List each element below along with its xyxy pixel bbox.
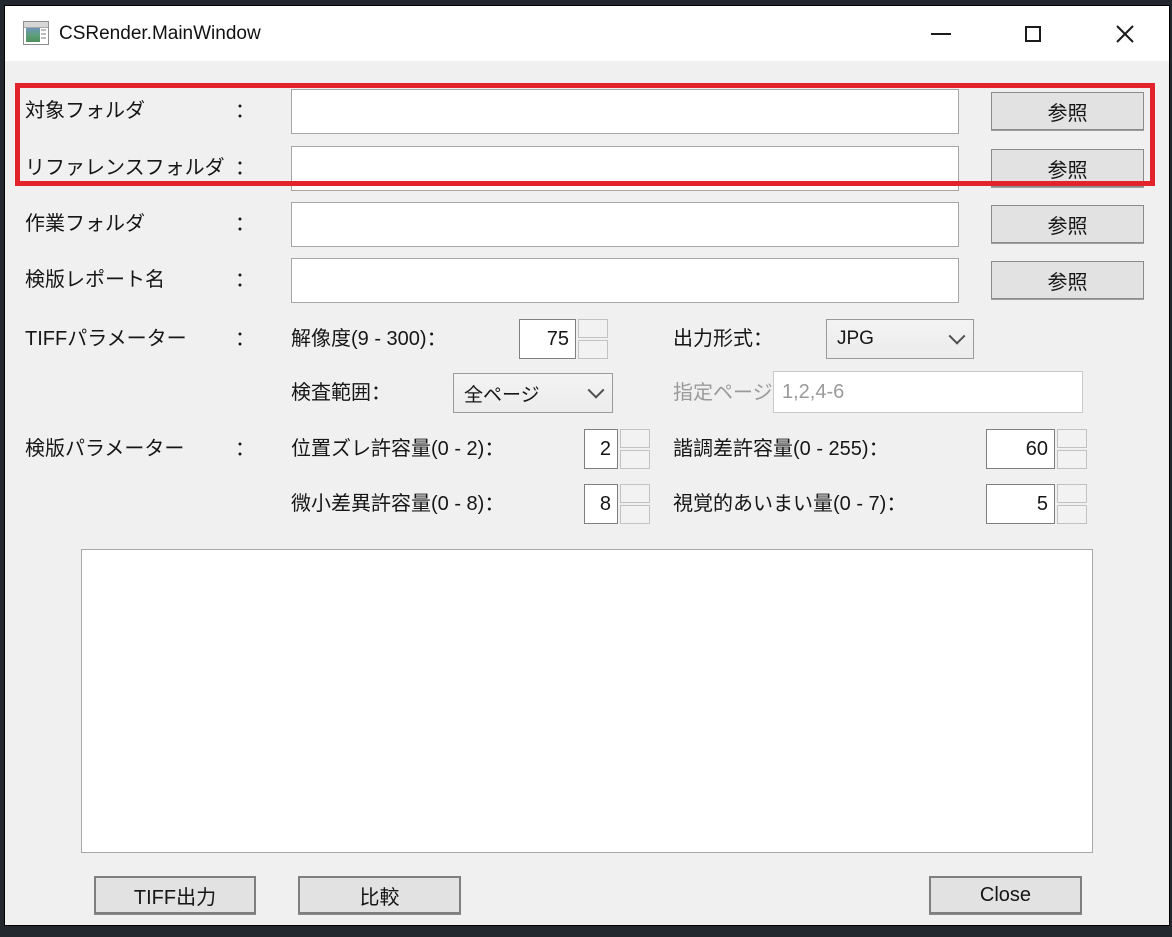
tone-tolerance-input[interactable]	[986, 429, 1055, 469]
spin-down-button[interactable]	[1057, 505, 1087, 524]
output-format-label: 出力形式：	[673, 324, 773, 354]
spin-down-button[interactable]	[578, 340, 608, 359]
window-title: CSRender.MainWindow	[59, 6, 261, 61]
tone-tolerance-label: 諧調差許容量(0 - 255)：	[673, 434, 889, 464]
resolution-spinner	[578, 319, 608, 359]
spin-down-button[interactable]	[1057, 450, 1087, 469]
position-tolerance-input[interactable]	[584, 429, 618, 469]
spin-up-button[interactable]	[1057, 429, 1087, 448]
output-format-select[interactable]: JPG	[826, 319, 974, 359]
micro-diff-tolerance-spinner	[620, 484, 650, 524]
reference-folder-input[interactable]	[291, 146, 959, 191]
check-range-label: 検査範囲：	[291, 378, 391, 408]
close-button[interactable]	[1095, 7, 1155, 60]
tone-tolerance-spinner	[1057, 429, 1087, 469]
titlebar[interactable]: CSRender.MainWindow	[5, 6, 1169, 61]
spin-up-button[interactable]	[620, 484, 650, 503]
maximize-icon	[1025, 26, 1041, 42]
work-folder-label: 作業フォルダ：	[25, 209, 255, 239]
log-textarea[interactable]	[81, 549, 1093, 853]
compare-button[interactable]: 比較	[298, 876, 461, 914]
maximize-button[interactable]	[1003, 7, 1063, 60]
spin-down-button[interactable]	[620, 505, 650, 524]
visual-fuzziness-label: 視覚的あいまい量(0 - 7)：	[673, 489, 906, 519]
chevron-down-icon	[949, 328, 966, 345]
micro-diff-tolerance-label: 微小差異許容量(0 - 8)：	[291, 489, 504, 519]
spin-up-button[interactable]	[578, 319, 608, 338]
app-window: CSRender.MainWindow 対象フォルダ： 参照 リファレンスフォル…	[4, 5, 1170, 926]
resolution-input[interactable]	[519, 319, 576, 359]
report-name-label: 検版レポート名：	[25, 265, 255, 295]
target-folder-browse-button[interactable]: 参照	[991, 92, 1144, 130]
visual-fuzziness-spinner	[1057, 484, 1087, 524]
work-folder-input[interactable]	[291, 202, 959, 247]
reference-folder-label: リファレンスフォルダ：	[25, 153, 255, 183]
tiff-output-button[interactable]: TIFF出力	[94, 876, 256, 914]
close-icon	[1115, 24, 1135, 44]
position-tolerance-label: 位置ズレ許容量(0 - 2)：	[291, 434, 504, 464]
report-name-browse-button[interactable]: 参照	[991, 261, 1144, 299]
chevron-down-icon	[588, 382, 605, 399]
spin-up-button[interactable]	[620, 429, 650, 448]
minimize-icon	[931, 33, 951, 35]
minimize-button[interactable]	[911, 7, 971, 60]
visual-fuzziness-input[interactable]	[986, 484, 1055, 524]
micro-diff-tolerance-input[interactable]	[584, 484, 618, 524]
target-folder-input[interactable]	[291, 89, 959, 134]
output-format-value: JPG	[837, 328, 945, 350]
reference-folder-browse-button[interactable]: 参照	[991, 149, 1144, 187]
pages-input[interactable]	[773, 371, 1083, 413]
work-folder-browse-button[interactable]: 参照	[991, 205, 1144, 243]
position-tolerance-spinner	[620, 429, 650, 469]
resolution-label: 解像度(9 - 300)：	[291, 324, 447, 354]
close-window-button[interactable]: Close	[929, 876, 1082, 914]
report-name-input[interactable]	[291, 258, 959, 303]
spin-down-button[interactable]	[620, 450, 650, 469]
check-range-value: 全ページ	[464, 380, 584, 407]
kenpan-params-label: 検版パラメーター：	[25, 434, 255, 464]
check-range-select[interactable]: 全ページ	[453, 373, 613, 413]
target-folder-label: 対象フォルダ：	[25, 96, 255, 126]
spin-up-button[interactable]	[1057, 484, 1087, 503]
tiff-params-label: TIFFパラメーター：	[25, 324, 255, 354]
app-icon	[23, 21, 49, 45]
